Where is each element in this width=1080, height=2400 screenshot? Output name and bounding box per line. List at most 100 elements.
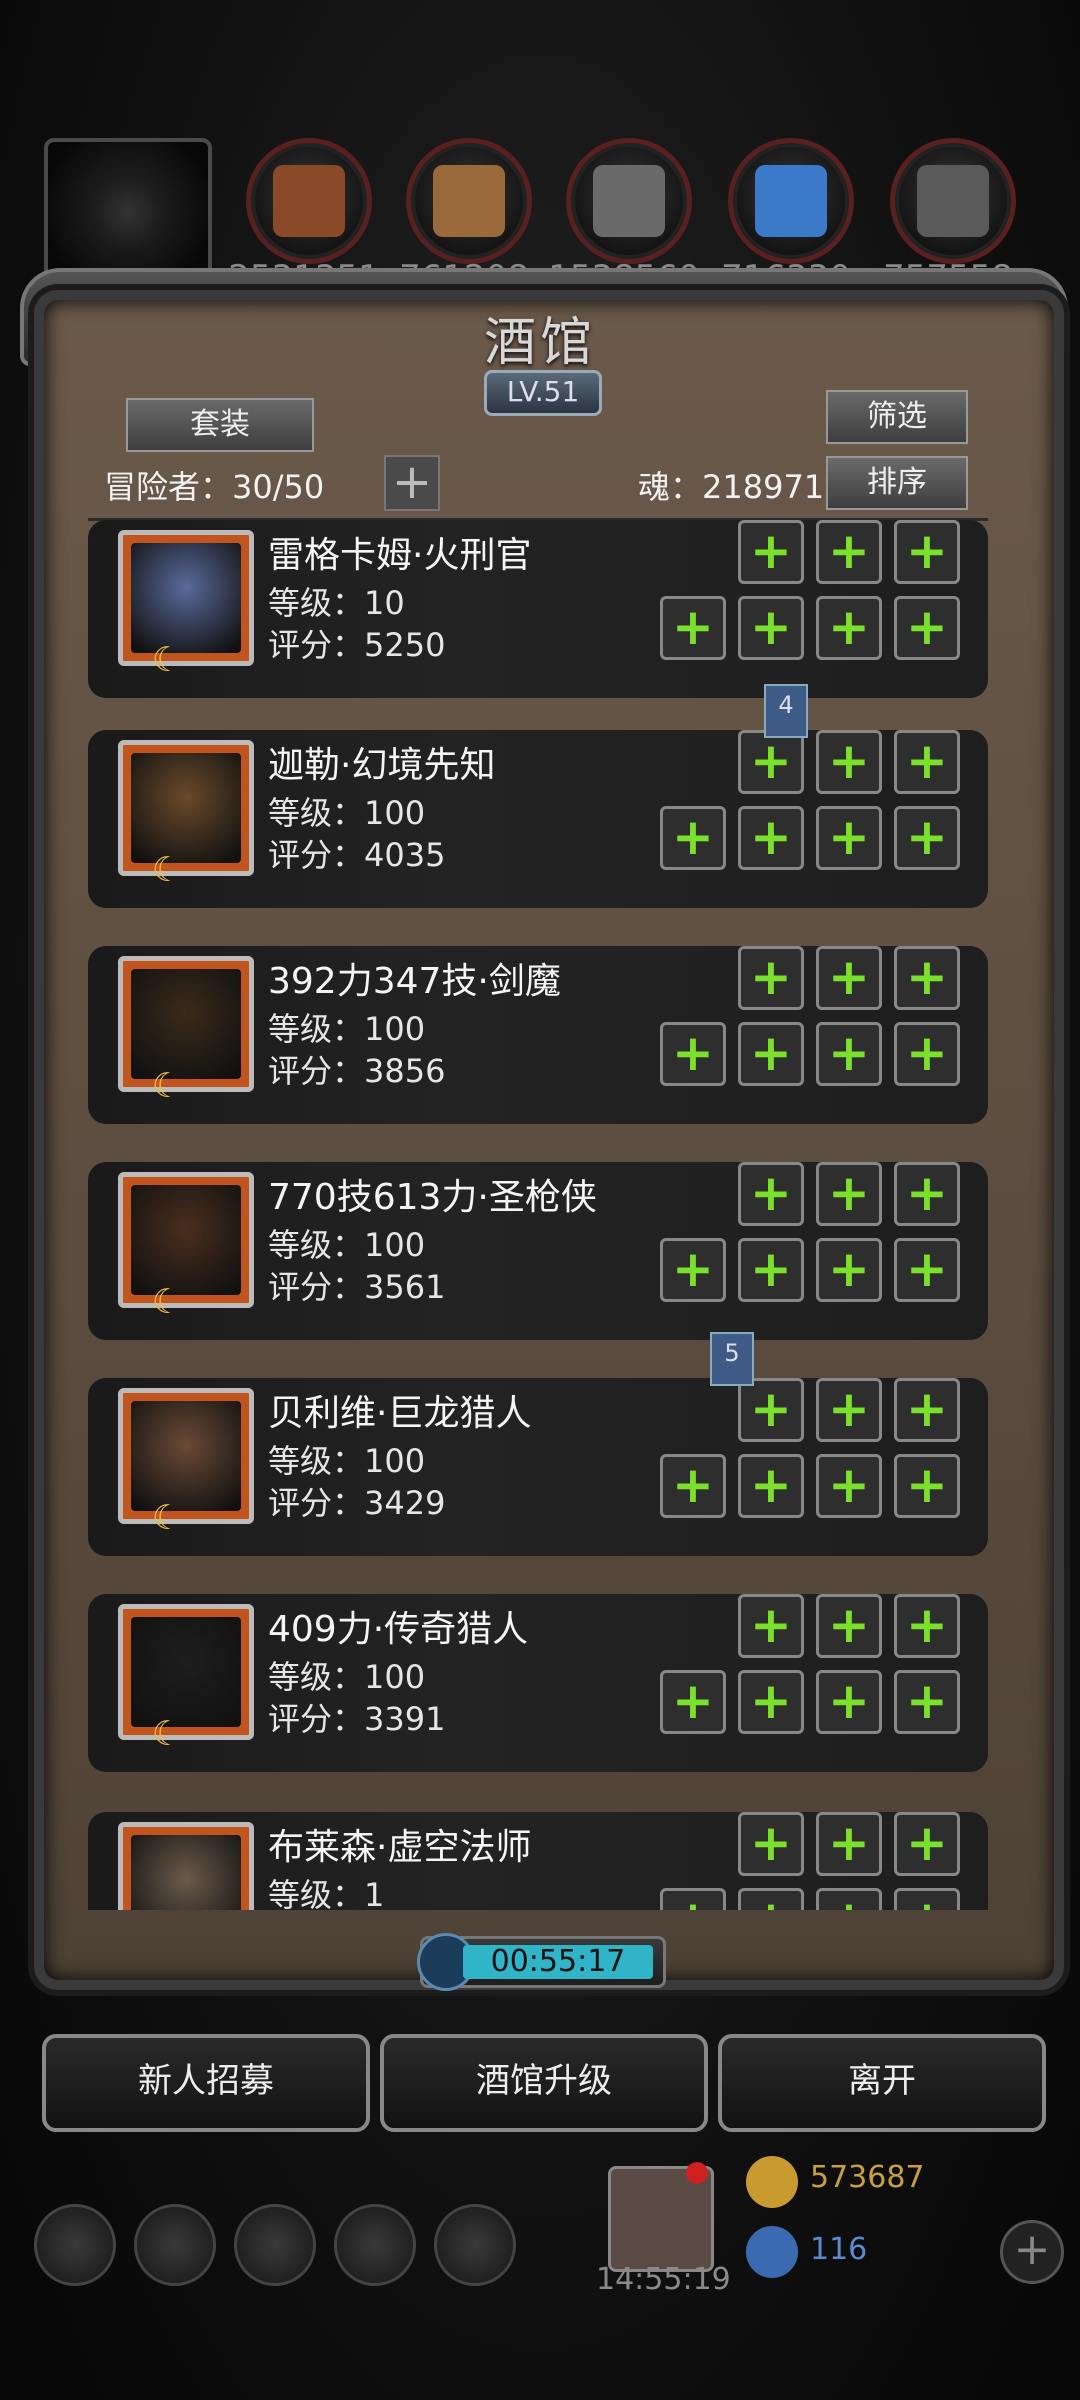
equipment-slot-plus-icon[interactable] (738, 1238, 804, 1302)
equipment-slot-plus-icon[interactable] (894, 946, 960, 1010)
hero-list[interactable]: ☾ 雷格卡姆·火刑官等级：10 评分：5250 ☾ 迦勒·幻境先知等级：100 评分：40… (88, 520, 988, 1910)
moon-icon: ☾ (151, 1498, 183, 1538)
equipment-slot-plus-icon[interactable] (660, 1670, 726, 1734)
equipment-slot-plus-icon[interactable] (894, 1238, 960, 1302)
hero-score: 评分：3391 (268, 1700, 446, 1738)
mail-icon[interactable] (334, 2204, 416, 2286)
equipment-slot-plus-icon[interactable] (660, 1238, 726, 1302)
hero-card[interactable]: ☾ 贝利维·巨龙猎人 等级：100 评分：3429 (88, 1378, 988, 1556)
hero-name: 迦勒·幻境先知 (268, 745, 496, 786)
equipment-slot-plus-icon[interactable] (894, 1162, 960, 1226)
hero-level: 等级：100 (268, 1010, 426, 1048)
equipment-slot-plus-icon[interactable] (738, 946, 804, 1010)
equipment-slot-plus-icon[interactable] (660, 806, 726, 870)
hero-level: 等级：100 (268, 1442, 426, 1480)
upgrade-tavern-button[interactable]: 酒馆升级 (380, 2034, 708, 2132)
equipment-slot-plus-icon[interactable] (738, 596, 804, 660)
equipment-slot-plus-icon[interactable] (894, 520, 960, 584)
equipment-slot-plus-icon[interactable] (738, 1454, 804, 1518)
hero-card[interactable]: ☾ 392力347技·剑魔 等级：100 评分：3856 (88, 946, 988, 1124)
equipment-slot-plus-icon[interactable] (738, 806, 804, 870)
hero-card[interactable]: ☾ 迦勒·幻境先知 等级：100 评分：4035 (88, 730, 988, 908)
meat-icon (273, 165, 345, 237)
gift-timer: 14:55:19 (596, 2262, 731, 2297)
equipment-slot-plus-icon[interactable] (816, 1162, 882, 1226)
resource-slot[interactable] (566, 138, 692, 264)
hero-card[interactable]: ☾布莱森·虚空法师等级：1 (88, 1812, 988, 1910)
hero-name: 布莱森·虚空法师 (268, 1827, 532, 1868)
page-bookmark: 5 (710, 1332, 754, 1386)
wood-icon (433, 165, 505, 237)
equipment-slot-plus-icon[interactable] (816, 946, 882, 1010)
resource-slot[interactable] (406, 138, 532, 264)
hero-portrait[interactable] (118, 1822, 254, 1910)
hero-face-icon (131, 543, 241, 653)
equipment-slot-plus-icon[interactable] (816, 1454, 882, 1518)
hero-face-icon (131, 1185, 241, 1295)
equipment-slot-plus-icon[interactable] (894, 806, 960, 870)
add-adventurer-slot-button[interactable]: + (384, 455, 440, 511)
moon-icon: ☾ (151, 640, 183, 680)
stone-icon (593, 165, 665, 237)
equipment-slot-plus-icon[interactable] (738, 730, 804, 794)
equipment-slot-plus-icon[interactable] (894, 1378, 960, 1442)
equipment-slot-plus-icon[interactable] (816, 1812, 882, 1876)
equipment-slot-plus-icon[interactable] (894, 1888, 960, 1910)
settings-icon[interactable] (34, 2204, 116, 2286)
equipment-slot-plus-icon[interactable] (816, 1594, 882, 1658)
set-button[interactable]: 套装 (126, 398, 314, 452)
resource-slot[interactable] (246, 138, 372, 264)
equipment-slot-plus-icon[interactable] (738, 520, 804, 584)
resource-slot[interactable] (890, 138, 1016, 264)
recruit-button[interactable]: 新人招募 (42, 2034, 370, 2132)
equipment-slot-plus-icon[interactable] (738, 1670, 804, 1734)
equipment-slot-plus-icon[interactable] (660, 1022, 726, 1086)
equipment-slot-plus-icon[interactable] (894, 730, 960, 794)
equipment-slot-plus-icon[interactable] (816, 806, 882, 870)
wolf-icon (92, 176, 164, 248)
equipment-slot-plus-icon[interactable] (816, 596, 882, 660)
leave-button[interactable]: 离开 (718, 2034, 1046, 2132)
equipment-slot-plus-icon[interactable] (816, 520, 882, 584)
hero-level: 等级：1 (268, 1876, 385, 1910)
add-currency-button[interactable]: + (1000, 2220, 1064, 2284)
hero-score: 评分：3429 (268, 1484, 446, 1522)
equipment-slot-plus-icon[interactable] (816, 1022, 882, 1086)
equipment-slot-plus-icon[interactable] (816, 1888, 882, 1910)
hero-card[interactable]: ☾ 770技613力·圣枪侠 等级：100 评分：3561 (88, 1162, 988, 1340)
equipment-slot-plus-icon[interactable] (738, 1378, 804, 1442)
equipment-slot-plus-icon[interactable] (894, 596, 960, 660)
sort-button[interactable]: 排序 (826, 456, 968, 510)
equipment-slot-plus-icon[interactable] (816, 730, 882, 794)
equipment-slot-plus-icon[interactable] (894, 1454, 960, 1518)
equipment-slot-plus-icon[interactable] (894, 1812, 960, 1876)
hero-score: 评分：3856 (268, 1052, 446, 1090)
equipment-slot-plus-icon[interactable] (816, 1378, 882, 1442)
hero-level: 等级：10 (268, 584, 405, 622)
moon-icon: ☾ (151, 850, 183, 890)
equipment-slot-plus-icon[interactable] (816, 1238, 882, 1302)
resource-slot[interactable] (728, 138, 854, 264)
gem-icon (746, 2226, 798, 2278)
filter-button[interactable]: 筛选 (826, 390, 968, 444)
hero-card[interactable]: ☾ 雷格卡姆·火刑官 等级：10 评分：5250 (88, 520, 988, 698)
equipment-slot-plus-icon[interactable] (894, 1594, 960, 1658)
equipment-slot-plus-icon[interactable] (738, 1888, 804, 1910)
equipment-slot-plus-icon[interactable] (660, 1454, 726, 1518)
equipment-slot-plus-icon[interactable] (738, 1594, 804, 1658)
equipment-slot-plus-icon[interactable] (738, 1022, 804, 1086)
star-icon[interactable] (134, 2204, 216, 2286)
equipment-slot-plus-icon[interactable] (738, 1162, 804, 1226)
hero-score: 评分：3561 (268, 1268, 446, 1306)
equipment-slot-plus-icon[interactable] (738, 1812, 804, 1876)
equipment-slot-plus-icon[interactable] (660, 596, 726, 660)
gear-icon[interactable] (434, 2204, 516, 2286)
equipment-slot-plus-icon[interactable] (894, 1670, 960, 1734)
hero-card[interactable]: ☾ 409力·传奇猎人 等级：100 评分：3391 (88, 1594, 988, 1772)
castle-icon[interactable] (234, 2204, 316, 2286)
equipment-slot-plus-icon[interactable] (660, 1888, 726, 1910)
hero-face-icon (131, 1401, 241, 1511)
equipment-slot-plus-icon[interactable] (894, 1022, 960, 1086)
equipment-slot-plus-icon[interactable] (816, 1670, 882, 1734)
soul-count: 魂：218971 (638, 468, 825, 506)
